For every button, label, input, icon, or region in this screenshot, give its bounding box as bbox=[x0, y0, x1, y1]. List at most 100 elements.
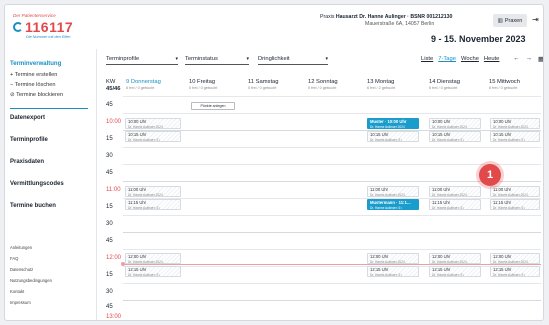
appointment-slot[interactable]: 12:15 Uhr Dr. Hanne Aulinger (1) bbox=[429, 266, 481, 277]
footer-link-nutzungsbedingungen[interactable]: Nutzungsbedingungen bbox=[10, 278, 52, 283]
slot-doctor: Dr. Hanne Aulinger 2024 bbox=[493, 124, 528, 129]
view-7-tage[interactable]: 7-Tage bbox=[438, 56, 456, 62]
appointment-slot[interactable]: 12:15 Uhr Dr. Hanne Aulinger (1) bbox=[490, 266, 540, 277]
footer-link-anleitungen[interactable]: Anleitungen bbox=[10, 245, 32, 250]
slot-doctor: Dr. Hanne Aulinger 2024 bbox=[370, 259, 405, 264]
kw-value: 45/46 bbox=[106, 86, 121, 92]
appointment-slot[interactable]: 10:15 Uhr Dr. Hanne Aulinger (1) bbox=[367, 131, 419, 142]
arrow-left-icon[interactable]: ← bbox=[513, 55, 520, 63]
appointment-slot[interactable]: 10:00 Uhr Dr. Hanne Aulinger 2024 bbox=[429, 118, 481, 129]
sidebar-item-termine-buchen[interactable]: Termine buchen bbox=[10, 203, 56, 209]
filter-terminstatus-label: Terminstatus bbox=[185, 55, 218, 62]
filter-terminprofile[interactable]: Terminprofile ▾ bbox=[106, 53, 178, 65]
appointment-slot[interactable]: 10:00 Uhr Dr. Hanne Aulinger 2024 bbox=[490, 118, 540, 129]
time-label: 13:00 bbox=[106, 314, 122, 320]
sidebar-item-terminprofile[interactable]: Terminprofile bbox=[10, 137, 48, 143]
appointment-slot[interactable]: 10:00 Uhr Dr. Hanne Aulinger 2024 bbox=[125, 118, 181, 129]
slot-doctor: Dr. Hanne Aulinger (1) bbox=[128, 137, 160, 142]
grid-line bbox=[123, 215, 541, 216]
sidebar-item-praxisdaten[interactable]: Praxisdaten bbox=[10, 159, 44, 165]
sidebar-item-datenexport[interactable]: Datenexport bbox=[10, 115, 45, 121]
view-switcher: Liste 7-Tage Woche Heute bbox=[421, 56, 499, 62]
booked-appointment[interactable]: Mustermann · 11:1… Dr. Hanne Aulinger (1) bbox=[367, 199, 419, 210]
appointment-slot[interactable]: 12:15 Uhr Dr. Hanne Aulinger (1) bbox=[125, 266, 181, 277]
add-slots-button[interactable]: Pünkte anlegen bbox=[191, 102, 235, 110]
appointment-slot[interactable]: 12:00 Uhr Dr. Hanne Aulinger 2024 bbox=[490, 253, 540, 264]
day-summary: 0 frei / 0 gebucht bbox=[189, 86, 218, 90]
filter-terminstatus[interactable]: Terminstatus ▾ bbox=[185, 53, 249, 65]
footer-link-impressum[interactable]: Impressum bbox=[10, 300, 31, 305]
sidebar-item-termine-loeschen[interactable]: − Termine löschen bbox=[10, 82, 55, 88]
sidebar-item-termine-erstellen[interactable]: + Termine erstellen bbox=[10, 72, 57, 78]
day-header[interactable]: 12 Sonntag 0 frei / 0 gebucht bbox=[308, 79, 338, 90]
appointment-slot[interactable]: 11:15 Uhr Dr. Hanne Aulinger (1) bbox=[490, 199, 540, 210]
day-header[interactable]: 15 Mittwoch 6 frei / 0 gebucht bbox=[489, 79, 520, 90]
arrow-right-icon[interactable]: → bbox=[526, 55, 533, 63]
day-name: 9 Donnerstag bbox=[126, 79, 161, 85]
view-woche[interactable]: Woche bbox=[461, 56, 479, 62]
praxen-button[interactable]: ▥ Praxen bbox=[493, 14, 527, 27]
day-header[interactable]: 11 Samstag 0 frei / 0 gebucht bbox=[248, 79, 279, 90]
appointment-slot[interactable]: 12:00 Uhr Dr. Hanne Aulinger 2024 bbox=[125, 253, 181, 264]
appointment-slot[interactable]: 10:15 Uhr Dr. Hanne Aulinger (1) bbox=[490, 131, 540, 142]
time-label: 10:00 bbox=[106, 119, 122, 125]
day-header[interactable]: 13 Montag 6 frei / 2 gebucht bbox=[367, 79, 395, 90]
slot-doctor: Dr. Hanne Aulinger (1) bbox=[432, 137, 464, 142]
day-name: 11 Samstag bbox=[248, 79, 279, 85]
slot-doctor: Dr. Hanne Aulinger (1) bbox=[128, 205, 160, 210]
logo-top-text: Der Patientenservice bbox=[13, 13, 56, 18]
view-liste[interactable]: Liste bbox=[421, 56, 433, 62]
practice-address: Mauerstraße 6A, 14057 Berlin bbox=[365, 21, 435, 27]
slot-doctor: Dr. Hanne Aulinger 2024 bbox=[128, 259, 163, 264]
day-name: 12 Sonntag bbox=[308, 79, 338, 85]
practice-info: Praxis Hausarzt Dr. Hanne Aulinger · BSN… bbox=[320, 14, 452, 27]
slot-doctor: Dr. Hanne Aulinger 2024 bbox=[493, 259, 528, 264]
time-label: 15 bbox=[106, 272, 113, 278]
slot-doctor: Dr. Hanne Aulinger 2024 bbox=[432, 259, 467, 264]
day-name: 14 Dienstag bbox=[429, 79, 460, 85]
appointment-slot[interactable]: 11:00 Uhr Dr. Hanne Aulinger 2024 bbox=[367, 186, 419, 197]
filter-dringlichkeit[interactable]: Dringlichkeit ▾ bbox=[258, 53, 328, 65]
logo-116117[interactable]: Der Patientenservice 116117 Die Nummer m… bbox=[13, 13, 85, 39]
slot-doctor: Dr. Hanne Aulinger (1) bbox=[493, 272, 525, 277]
appointment-slot[interactable]: 12:15 Uhr Dr. Hanne Aulinger (1) bbox=[367, 266, 419, 277]
sidebar-item-terminverwaltung[interactable]: Terminverwaltung bbox=[10, 61, 61, 67]
sidebar-item-vermittlungscodes[interactable]: Vermittlungscodes bbox=[10, 181, 64, 187]
appointment-slot[interactable]: 11:00 Uhr Dr. Hanne Aulinger 2024 bbox=[490, 186, 540, 197]
filter-dringlichkeit-label: Dringlichkeit bbox=[258, 55, 290, 62]
appointment-slot[interactable]: 10:15 Uhr Dr. Hanne Aulinger (1) bbox=[429, 131, 481, 142]
slot-doctor: Dr. Hanne Aulinger 2024 bbox=[432, 124, 467, 129]
day-header[interactable]: 14 Dienstag 6 frei / 0 gebucht bbox=[429, 79, 460, 90]
week-navigation: ← → ▦ bbox=[513, 55, 543, 63]
calendar-icon[interactable]: ▦ bbox=[538, 55, 543, 63]
footer-link-kontakt[interactable]: Kontakt bbox=[10, 289, 24, 294]
sidebar-item-termine-blockieren[interactable]: ⊘ Termine blockieren bbox=[10, 92, 63, 98]
appointment-slot[interactable]: 12:00 Uhr Dr. Hanne Aulinger 2024 bbox=[429, 253, 481, 264]
time-label: 12:00 bbox=[106, 255, 122, 261]
view-heute[interactable]: Heute bbox=[484, 56, 499, 62]
logout-icon[interactable]: ⇥ bbox=[532, 15, 539, 24]
grid-line bbox=[123, 113, 541, 114]
footer-link-datenschutz[interactable]: Datenschutz bbox=[10, 267, 33, 272]
grid-line bbox=[123, 164, 541, 165]
appointment-slot[interactable]: 11:00 Uhr Dr. Hanne Aulinger 2024 bbox=[125, 186, 181, 197]
step-marker-badge: 1 bbox=[479, 164, 501, 186]
chevron-down-icon: ▾ bbox=[325, 55, 328, 62]
day-header[interactable]: 9 Donnerstag 6 frei / 0 gebucht bbox=[126, 79, 161, 90]
grid-line bbox=[123, 232, 541, 233]
sidebar: Terminverwaltung + Termine erstellen − T… bbox=[5, 49, 97, 320]
appointment-slot[interactable]: 11:00 Uhr Dr. Hanne Aulinger 2024 bbox=[429, 186, 481, 197]
appointment-slot[interactable]: 12:00 Uhr Dr. Hanne Aulinger 2024 bbox=[367, 253, 419, 264]
booked-appointment[interactable]: Muster · 10:00 Uhr Dr. Hanne Aulinger 202… bbox=[367, 118, 419, 129]
day-header[interactable]: 10 Freitag 0 frei / 0 gebucht bbox=[189, 79, 217, 90]
day-name: 13 Montag bbox=[367, 79, 395, 85]
footer-link-faq[interactable]: FAQ bbox=[10, 256, 18, 261]
grid-line bbox=[123, 300, 541, 301]
appointment-slot[interactable]: 11:15 Uhr Dr. Hanne Aulinger (1) bbox=[125, 199, 181, 210]
appointment-slot[interactable]: 10:15 Uhr Dr. Hanne Aulinger (1) bbox=[125, 131, 181, 142]
week-title: 9 - 15. November 2023 bbox=[431, 34, 526, 44]
slot-doctor: Dr. Hanne Aulinger 2024 bbox=[493, 192, 528, 197]
practice-prefix: Praxis bbox=[320, 14, 335, 20]
slot-doctor: Dr. Hanne Aulinger 2024 bbox=[370, 124, 405, 129]
appointment-slot[interactable]: 11:15 Uhr Dr. Hanne Aulinger (1) bbox=[429, 199, 481, 210]
